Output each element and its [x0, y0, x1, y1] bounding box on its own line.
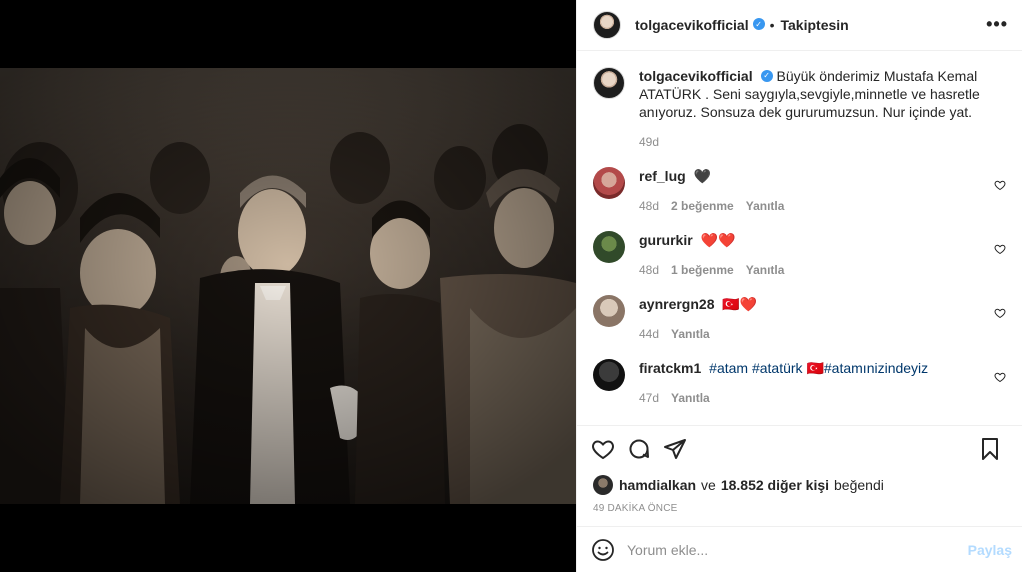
caption-username[interactable]: tolgacevikofficial: [639, 68, 753, 84]
caption-avatar[interactable]: [593, 67, 625, 99]
comment-likes[interactable]: 1 beğenme: [671, 263, 734, 277]
share-send-icon[interactable]: [663, 437, 687, 461]
post-header: tolgacevikofficial ✓ • Takiptesin •••: [577, 0, 1022, 51]
post-timestamp[interactable]: 49 DAKİKA ÖNCE: [577, 495, 1022, 526]
comment-bubble-icon[interactable]: [627, 437, 651, 461]
post-comment-button[interactable]: Paylaş: [968, 542, 1012, 558]
comment-time[interactable]: 48d: [639, 263, 659, 277]
comments-list[interactable]: tolgacevikofficial ✓ Büyük önderimiz Must…: [577, 51, 1022, 425]
comment-flag: 🇹🇷: [802, 360, 824, 376]
verified-badge-icon: ✓: [752, 18, 765, 30]
instagram-post: tolgacevikofficial ✓ • Takiptesin ••• to…: [0, 0, 1022, 572]
follow-status-button[interactable]: Takiptesin: [781, 17, 849, 33]
photo-illustration: [0, 68, 576, 504]
caption-time[interactable]: 49d: [639, 135, 659, 149]
commenter-avatar[interactable]: [593, 295, 625, 327]
comment-text: ❤️❤️: [700, 232, 736, 248]
commenter-username[interactable]: aynrergn28: [639, 296, 714, 312]
more-options-icon[interactable]: •••: [986, 14, 1008, 34]
action-bar: [577, 425, 1022, 471]
liker-username[interactable]: hamdialkan: [619, 477, 696, 493]
post-photo[interactable]: [0, 68, 576, 504]
comment-text: 🇹🇷❤️: [722, 296, 758, 312]
like-comment-heart-icon[interactable]: [994, 243, 1006, 255]
comment-item: gururkir ❤️❤️ 48d 1 beğenme Yanıtla: [593, 231, 1006, 277]
author-username[interactable]: tolgacevikofficial: [635, 17, 749, 33]
emoji-smiley-icon[interactable]: [591, 538, 615, 562]
comment-item: firatckm1 #atam #atatürk 🇹🇷#atamınizinde…: [593, 359, 1006, 405]
liker-avatar[interactable]: [593, 475, 613, 495]
reply-button[interactable]: Yanıtla: [746, 199, 785, 213]
comment-likes[interactable]: 2 beğenme: [671, 199, 734, 213]
likes-connector: ve: [701, 477, 716, 493]
likes-summary: hamdialkan ve 18.852 diğer kişi beğendi: [577, 471, 1022, 495]
comment-item: aynrergn28 🇹🇷❤️ 44d Yanıtla: [593, 295, 1006, 341]
bookmark-save-icon[interactable]: [978, 437, 1002, 461]
like-heart-icon[interactable]: [591, 437, 615, 461]
commenter-username[interactable]: gururkir: [639, 232, 693, 248]
header-separator: •: [769, 17, 775, 33]
commenter-avatar[interactable]: [593, 167, 625, 199]
caption: tolgacevikofficial ✓ Büyük önderimiz Must…: [593, 67, 1006, 149]
commenter-avatar[interactable]: [593, 359, 625, 391]
comment-time[interactable]: 48d: [639, 199, 659, 213]
reply-button[interactable]: Yanıtla: [671, 391, 710, 405]
like-comment-heart-icon[interactable]: [994, 179, 1006, 191]
hashtag-link[interactable]: #atamınizindeyiz: [824, 360, 928, 376]
like-comment-heart-icon[interactable]: [994, 307, 1006, 319]
commenter-username[interactable]: ref_lug: [639, 168, 686, 184]
author-avatar[interactable]: [593, 11, 621, 39]
comment-time[interactable]: 44d: [639, 327, 659, 341]
hashtag-link[interactable]: #atam: [709, 360, 748, 376]
commenter-avatar[interactable]: [593, 231, 625, 263]
reply-button[interactable]: Yanıtla: [746, 263, 785, 277]
reply-button[interactable]: Yanıtla: [671, 327, 710, 341]
commenter-username[interactable]: firatckm1: [639, 360, 701, 376]
comment-input[interactable]: Yorum ekle...: [627, 542, 708, 558]
likes-count[interactable]: 18.852 diğer kişi: [721, 477, 829, 493]
post-media: [0, 0, 576, 572]
post-sidebar: tolgacevikofficial ✓ • Takiptesin ••• to…: [576, 0, 1022, 572]
like-comment-heart-icon[interactable]: [994, 371, 1006, 383]
hashtag-link[interactable]: #atatürk: [752, 360, 803, 376]
comment-time[interactable]: 47d: [639, 391, 659, 405]
comment-text: 🖤: [693, 168, 712, 184]
add-comment-bar: Yorum ekle... Paylaş: [577, 526, 1022, 572]
comment-item: ref_lug 🖤 48d 2 beğenme Yanıtla: [593, 167, 1006, 213]
likes-suffix: beğendi: [834, 477, 884, 493]
verified-badge-icon: ✓: [760, 70, 773, 83]
